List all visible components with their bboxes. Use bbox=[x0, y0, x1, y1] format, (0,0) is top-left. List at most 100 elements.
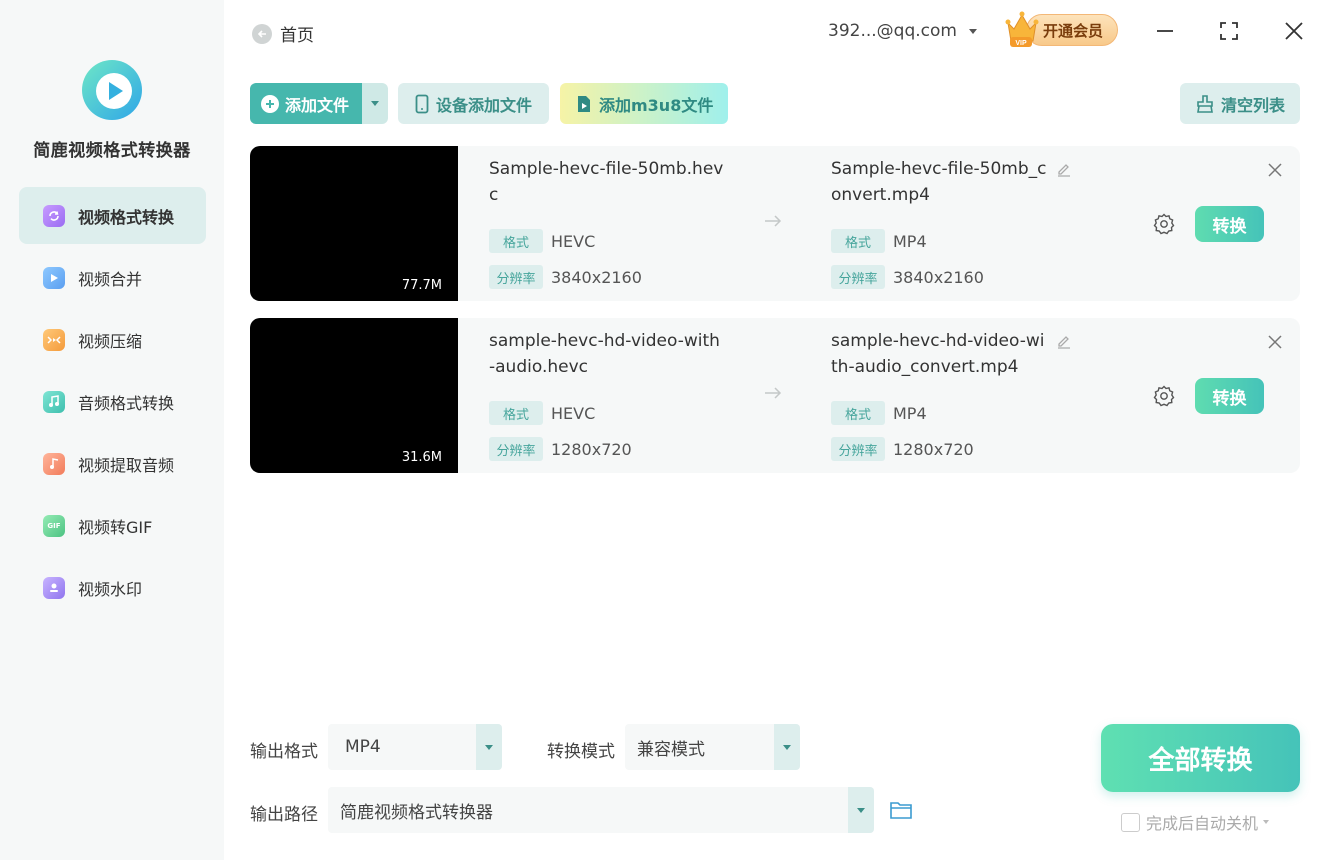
source-resolution: 3840x2160 bbox=[551, 267, 642, 287]
sidebar-item-label: 音频格式转换 bbox=[78, 393, 175, 413]
file-card: 31.6M sample-hevc-hd-video-with-audio.he… bbox=[250, 318, 1300, 473]
output-format-dropdown[interactable] bbox=[476, 724, 502, 770]
chevron-down-icon[interactable] bbox=[1263, 820, 1270, 824]
plus-circle-icon bbox=[261, 94, 279, 113]
output-format-row: 格式 MP4 bbox=[831, 229, 927, 253]
output-resolution: 1280x720 bbox=[893, 439, 974, 459]
output-path-select[interactable]: 简鹿视频格式转换器 bbox=[328, 787, 874, 833]
add-file-button[interactable]: 添加文件 bbox=[250, 83, 388, 124]
remove-file-icon[interactable] bbox=[1268, 163, 1282, 177]
sidebar-item-audio-convert[interactable]: 音频格式转换 bbox=[19, 373, 206, 430]
chevron-down-icon bbox=[783, 744, 791, 750]
convert-mode-dropdown[interactable] bbox=[774, 724, 800, 770]
format-tag: 格式 bbox=[831, 401, 885, 425]
source-format-row: 格式 HEVC bbox=[489, 401, 595, 425]
broom-icon bbox=[1196, 94, 1214, 113]
convert-mode-select[interactable]: 兼容模式 bbox=[625, 724, 800, 770]
auto-shutdown-label: 完成后自动关机 bbox=[1146, 814, 1259, 833]
settings-gear-icon[interactable] bbox=[1152, 212, 1176, 236]
maximize-icon[interactable] bbox=[1217, 19, 1241, 43]
chevron-down-icon bbox=[371, 101, 379, 106]
vip-crown-icon: VIP bbox=[1005, 11, 1039, 47]
auto-shutdown-checkbox[interactable] bbox=[1121, 812, 1140, 832]
sidebar-item-label: 视频压缩 bbox=[78, 331, 143, 351]
convert-mode-label: 转换模式 bbox=[547, 742, 615, 762]
audio-convert-icon bbox=[43, 390, 65, 413]
sidebar-item-label: 视频水印 bbox=[78, 579, 143, 599]
source-resolution: 1280x720 bbox=[551, 439, 632, 459]
output-file-name: sample-hevc-hd-video-with-audio_convert.… bbox=[831, 331, 1045, 377]
video-convert-icon bbox=[43, 204, 65, 227]
source-file-name: sample-hevc-hd-video-with-audio.hevc bbox=[489, 331, 720, 377]
output-format-row: 格式 MP4 bbox=[831, 401, 927, 425]
convert-button[interactable]: 转换 bbox=[1195, 206, 1264, 242]
resolution-tag: 分辨率 bbox=[831, 265, 885, 289]
edit-pencil-icon[interactable] bbox=[1056, 334, 1072, 350]
edit-pencil-icon[interactable] bbox=[1056, 162, 1072, 178]
output-path-label: 输出路径 bbox=[250, 805, 318, 825]
gif-icon: GIF bbox=[43, 514, 65, 537]
add-file-main[interactable]: 添加文件 bbox=[250, 83, 362, 124]
sidebar-item-video-merge[interactable]: 视频合并 bbox=[19, 249, 206, 306]
vip-badge-text: VIP bbox=[1015, 40, 1027, 47]
device-add-button[interactable]: 设备添加文件 bbox=[398, 83, 549, 124]
auto-shutdown-option[interactable]: 完成后自动关机 bbox=[1121, 810, 1270, 834]
sidebar-item-label: 视频合并 bbox=[78, 269, 143, 289]
sidebar-item-video-convert[interactable]: 视频格式转换 bbox=[19, 187, 206, 244]
resolution-tag: 分辨率 bbox=[489, 265, 543, 289]
device-add-label: 设备添加文件 bbox=[436, 95, 533, 115]
output-format: MP4 bbox=[893, 231, 927, 251]
output-format-select[interactable]: MP4 bbox=[328, 724, 502, 770]
m3u8-file-icon bbox=[576, 95, 592, 113]
close-window-icon[interactable] bbox=[1282, 19, 1306, 43]
resolution-tag: 分辨率 bbox=[831, 437, 885, 461]
home-label: 首页 bbox=[280, 26, 314, 46]
format-tag: 格式 bbox=[489, 229, 543, 253]
file-card: 77.7M Sample-hevc-file-50mb.hevc 格式 HEVC… bbox=[250, 146, 1300, 301]
add-m3u8-button[interactable]: 添加m3u8文件 bbox=[560, 83, 728, 124]
output-path-dropdown[interactable] bbox=[848, 787, 874, 833]
format-tag: 格式 bbox=[489, 401, 543, 425]
account-menu[interactable]: 392...@qq.com bbox=[828, 21, 977, 41]
settings-gear-icon[interactable] bbox=[1152, 384, 1176, 408]
source-format: HEVC bbox=[551, 403, 596, 423]
file-size: 77.7M bbox=[401, 278, 442, 293]
clear-list-label: 清空列表 bbox=[1221, 95, 1286, 115]
file-size: 31.6M bbox=[401, 450, 442, 465]
output-resolution-row: 分辨率 3840x2160 bbox=[831, 265, 984, 289]
video-thumbnail[interactable]: 77.7M bbox=[250, 146, 458, 301]
arrow-right-icon bbox=[765, 215, 782, 227]
add-m3u8-label: 添加m3u8文件 bbox=[599, 95, 714, 115]
source-file-name: Sample-hevc-file-50mb.hevc bbox=[489, 159, 724, 205]
folder-icon[interactable] bbox=[889, 799, 913, 821]
source-format: HEVC bbox=[551, 231, 596, 251]
convert-all-button[interactable]: 全部转换 bbox=[1101, 724, 1300, 792]
phone-icon bbox=[415, 94, 429, 114]
add-file-label: 添加文件 bbox=[285, 95, 350, 115]
clear-list-button[interactable]: 清空列表 bbox=[1180, 83, 1300, 124]
app-name: 简鹿视频格式转换器 bbox=[33, 141, 191, 161]
source-format-row: 格式 HEVC bbox=[489, 229, 595, 253]
output-resolution: 3840x2160 bbox=[893, 267, 984, 287]
chevron-down-icon bbox=[485, 744, 493, 750]
convert-button[interactable]: 转换 bbox=[1195, 378, 1264, 414]
extract-audio-icon bbox=[43, 452, 65, 475]
sidebar-item-video-compress[interactable]: 视频压缩 bbox=[19, 311, 206, 368]
convert-mode-value: 兼容模式 bbox=[637, 739, 705, 760]
sidebar-item-extract-audio[interactable]: 视频提取音频 bbox=[19, 435, 206, 492]
sidebar-nav: 视频格式转换 视频合并 视频压缩 音频格式转换 视频提取音频 GIF 视频转GI… bbox=[19, 187, 206, 621]
home-link[interactable]: 首页 bbox=[252, 21, 314, 46]
video-thumbnail[interactable]: 31.6M bbox=[250, 318, 458, 473]
output-format-value: MP4 bbox=[345, 737, 381, 757]
minimize-icon[interactable] bbox=[1153, 19, 1177, 43]
add-file-dropdown[interactable] bbox=[362, 83, 388, 124]
format-tag: 格式 bbox=[831, 229, 885, 253]
sidebar-item-video-to-gif[interactable]: GIF 视频转GIF bbox=[19, 497, 206, 554]
account-email: 392...@qq.com bbox=[828, 21, 957, 41]
sidebar-item-video-watermark[interactable]: 视频水印 bbox=[19, 559, 206, 616]
sidebar-item-label: 视频格式转换 bbox=[78, 207, 175, 227]
remove-file-icon[interactable] bbox=[1268, 335, 1282, 349]
video-merge-icon bbox=[43, 266, 65, 289]
source-resolution-row: 分辨率 3840x2160 bbox=[489, 265, 642, 289]
output-format: MP4 bbox=[893, 403, 927, 423]
